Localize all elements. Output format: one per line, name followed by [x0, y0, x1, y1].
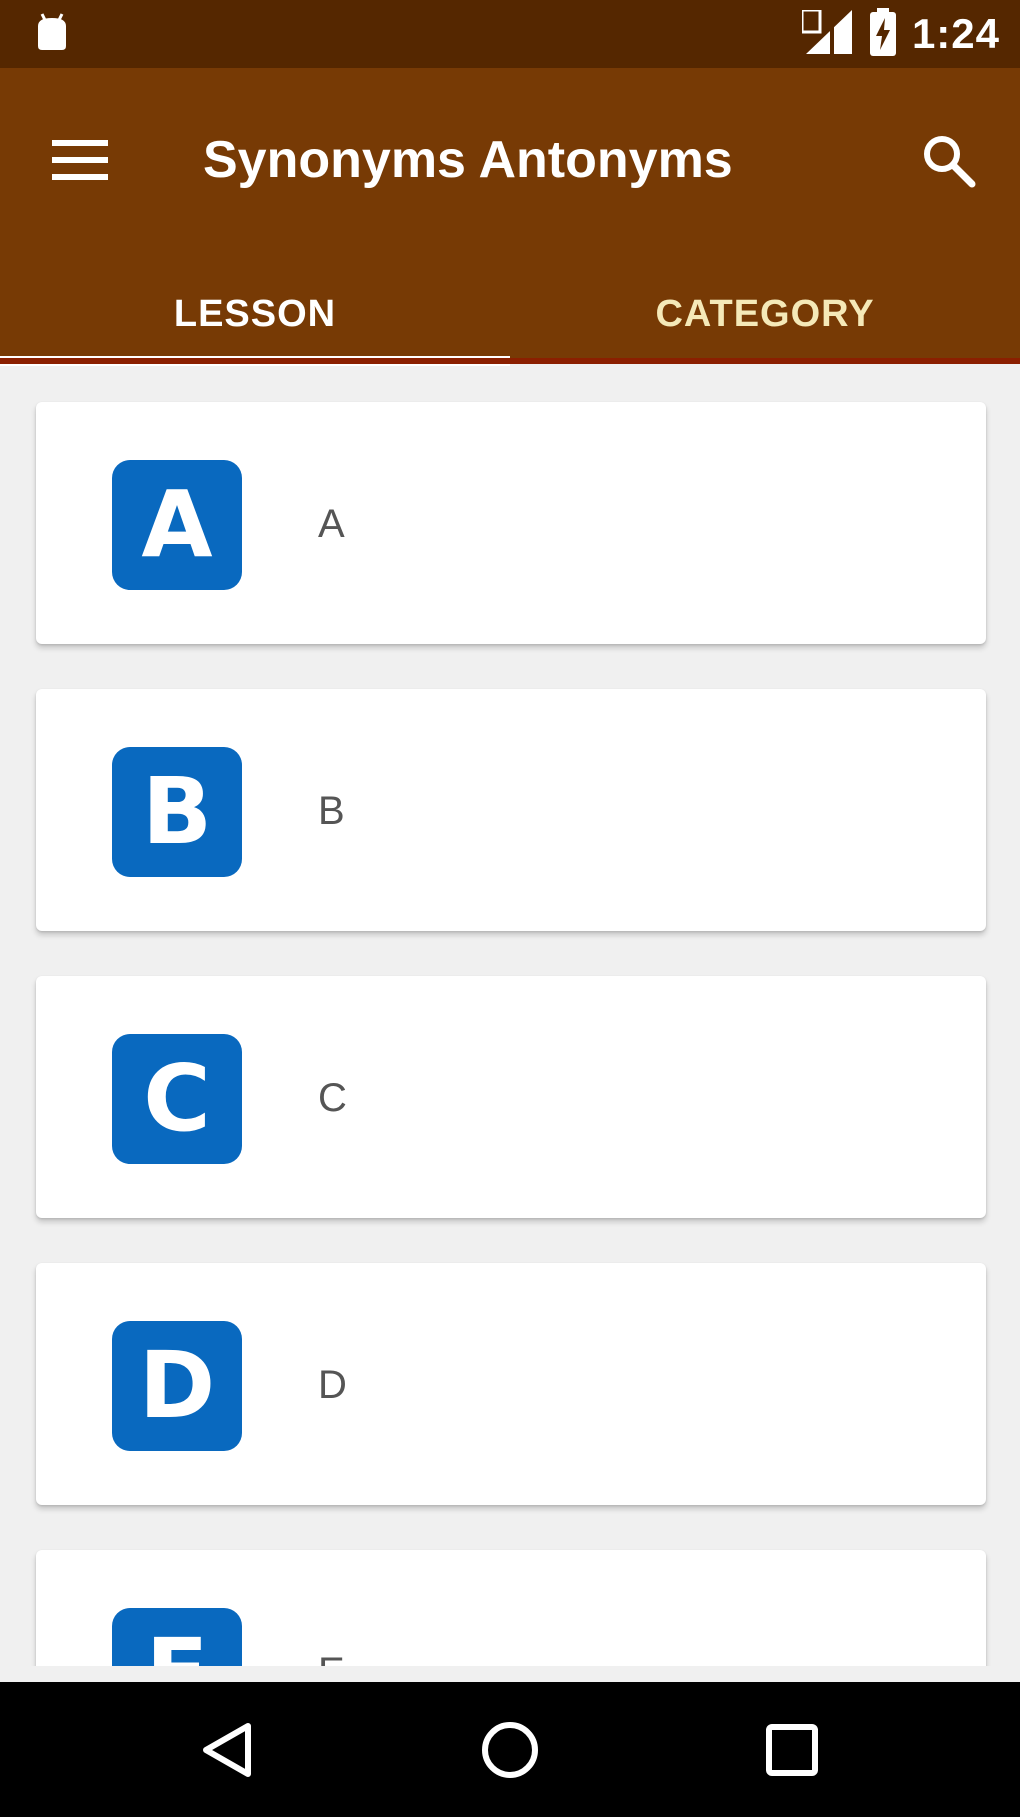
tab-bar: LESSON CATEGORY [0, 264, 1020, 366]
letter-e-icon: E [112, 1608, 242, 1666]
lesson-card-c[interactable]: C C [36, 976, 986, 1218]
battery-charging-icon [868, 7, 898, 61]
menu-button[interactable] [38, 118, 122, 202]
letter-a-icon: A [112, 460, 242, 590]
lesson-card-d[interactable]: D D [36, 1263, 986, 1505]
tab-category[interactable]: CATEGORY [510, 264, 1020, 364]
letter-d-icon: D [112, 1321, 242, 1451]
status-time: 1:24 [911, 10, 1000, 57]
letter-c-icon: C [112, 1034, 242, 1164]
tab-category-label: CATEGORY [655, 292, 875, 335]
search-icon [924, 136, 976, 188]
search-button[interactable] [906, 118, 990, 202]
lesson-card-e[interactable]: E E [36, 1550, 986, 1666]
lesson-label: C [318, 1076, 347, 1120]
signal-icon [800, 8, 854, 59]
status-bar: 1:24 [0, 0, 1020, 68]
back-icon [203, 1723, 251, 1777]
lesson-card-b[interactable]: B B [36, 689, 986, 931]
navigation-bar [0, 1682, 1020, 1817]
lesson-label: B [318, 789, 345, 833]
lesson-label: E [318, 1650, 345, 1666]
lesson-card-a[interactable]: A A [36, 402, 986, 644]
app-title: Synonyms Antonyms [203, 131, 733, 189]
back-button[interactable] [180, 1702, 276, 1798]
letter-b-icon: B [112, 747, 242, 877]
android-notification-icon [32, 12, 72, 52]
home-button[interactable] [462, 1702, 558, 1798]
status-icons: 1:24 [800, 7, 1000, 61]
lesson-label: D [318, 1363, 347, 1407]
tab-lesson[interactable]: LESSON [0, 264, 510, 366]
lesson-label: A [318, 502, 345, 546]
recents-icon [766, 1724, 818, 1776]
lesson-list[interactable]: A A B B C C D D E E [0, 364, 1020, 1666]
home-icon [482, 1722, 538, 1778]
app-bar: Synonyms Antonyms LESSON CATEGORY [0, 68, 1020, 366]
tab-lesson-label: LESSON [173, 292, 337, 335]
recents-button[interactable] [744, 1702, 840, 1798]
menu-icon [52, 140, 108, 180]
